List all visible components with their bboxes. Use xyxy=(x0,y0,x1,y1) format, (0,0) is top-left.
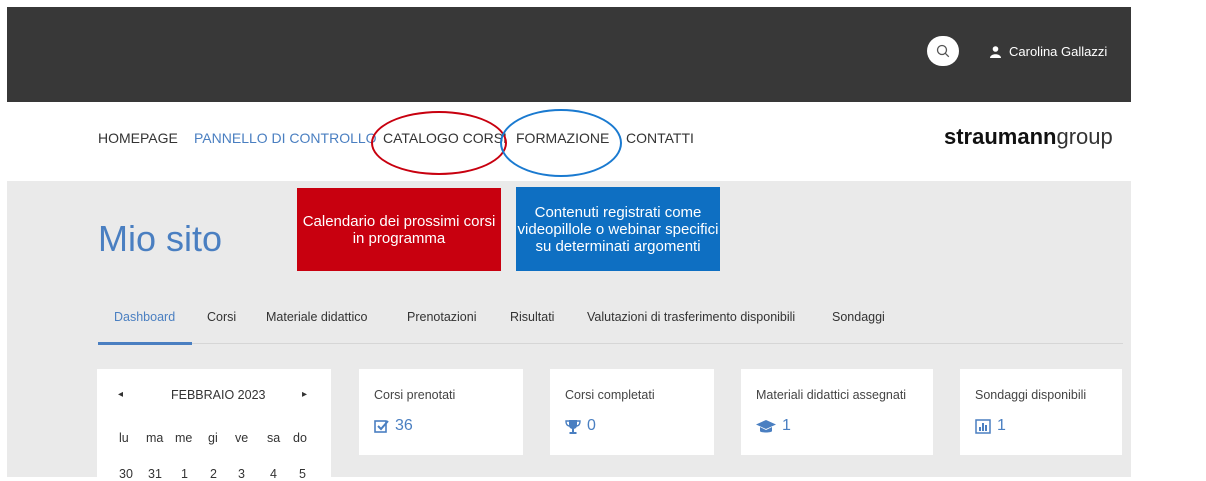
calendar-month: FEBBRAIO 2023 xyxy=(171,388,266,402)
tab-divider xyxy=(98,343,1123,344)
nav-formazione[interactable]: FORMAZIONE xyxy=(516,130,609,146)
straumann-logo: straumanngroup xyxy=(944,124,1113,149)
annotation-red-box: Calendario dei prossimi corsi in program… xyxy=(297,188,501,271)
nav-pannello-di-controllo[interactable]: PANNELLO DI CONTROLLO xyxy=(194,130,377,146)
tab-active-indicator xyxy=(98,342,192,345)
weekday-label: do xyxy=(293,431,307,445)
search-button[interactable] xyxy=(927,36,959,66)
nav-contatti[interactable]: CONTATTI xyxy=(626,130,694,146)
calendar-widget: ◂ FEBBRAIO 2023 ▸ lu ma me gi ve sa do 3… xyxy=(97,369,331,481)
calendar-day[interactable]: 31 xyxy=(148,467,162,481)
calendar-day[interactable]: 2 xyxy=(210,467,217,481)
card-value: 1 xyxy=(756,417,791,435)
tab-dashboard[interactable]: Dashboard xyxy=(114,310,175,324)
calendar-day[interactable]: 5 xyxy=(299,467,306,481)
calendar-day[interactable]: 30 xyxy=(119,467,133,481)
bar-chart-icon xyxy=(975,418,991,434)
calendar-prev-button[interactable]: ◂ xyxy=(118,389,123,400)
card-corsi-prenotati[interactable]: Corsi prenotati 36 xyxy=(359,369,523,455)
page-title: Mio sito xyxy=(98,218,223,259)
card-label: Corsi completati xyxy=(565,388,655,402)
user-icon xyxy=(990,45,1001,58)
weekday-label: sa xyxy=(267,431,281,445)
user-menu[interactable]: Carolina Gallazzi xyxy=(990,44,1107,59)
tab-valutazioni[interactable]: Valutazioni di trasferimento disponibili xyxy=(587,310,795,324)
card-materiali-didattici[interactable]: Materiali didattici assegnati 1 xyxy=(741,369,933,455)
tab-prenotazioni[interactable]: Prenotazioni xyxy=(407,310,477,324)
calendar-day[interactable]: 1 xyxy=(181,467,188,481)
card-corsi-completati[interactable]: Corsi completati 0 xyxy=(550,369,714,455)
annotation-blue-box: Contenuti registrati come videopillole o… xyxy=(516,187,720,271)
calendar-day[interactable]: 3 xyxy=(238,467,245,481)
nav-catalogo-corsi[interactable]: CATALOGO CORSI xyxy=(383,130,507,146)
weekday-label: ma xyxy=(146,431,164,445)
weekday-label: gi xyxy=(208,431,218,445)
tab-sondaggi[interactable]: Sondaggi xyxy=(832,310,885,324)
card-label: Corsi prenotati xyxy=(374,388,456,402)
card-label: Sondaggi disponibili xyxy=(975,388,1087,402)
card-value: 1 xyxy=(975,417,1006,435)
tab-materiale-didattico[interactable]: Materiale didattico xyxy=(266,310,367,324)
top-bar xyxy=(7,7,1131,102)
weekday-label: ve xyxy=(235,431,249,445)
nav-homepage[interactable]: HOMEPAGE xyxy=(98,130,178,146)
weekday-label: me xyxy=(175,431,193,445)
calendar-day[interactable]: 4 xyxy=(270,467,277,481)
card-value: 36 xyxy=(374,417,413,435)
calendar-next-button[interactable]: ▸ xyxy=(302,389,307,400)
trophy-icon xyxy=(565,419,581,434)
card-label: Materiali didattici assegnati xyxy=(756,388,907,402)
search-icon xyxy=(936,44,950,58)
card-sondaggi-disponibili[interactable]: Sondaggi disponibili 1 xyxy=(960,369,1122,455)
card-value: 0 xyxy=(565,417,596,435)
tab-risultati[interactable]: Risultati xyxy=(510,310,554,324)
graduation-cap-icon xyxy=(756,419,776,432)
check-square-icon xyxy=(374,419,389,433)
tab-corsi[interactable]: Corsi xyxy=(207,310,236,324)
weekday-label: lu xyxy=(119,431,129,445)
user-name: Carolina Gallazzi xyxy=(1009,44,1108,59)
